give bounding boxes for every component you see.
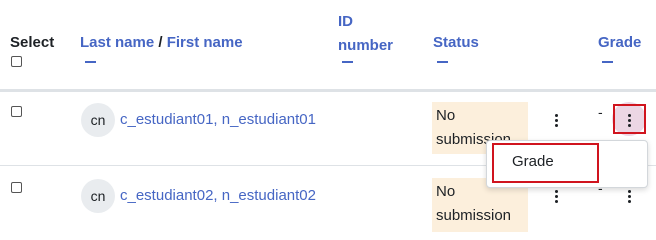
idnumber-label-line2: number xyxy=(338,37,394,54)
student-name-link[interactable]: c_estudiant02, n_estudiant02 xyxy=(120,187,316,204)
sort-lastname-link[interactable]: Last name xyxy=(80,34,154,51)
grade-column-header[interactable]: Grade xyxy=(598,34,641,51)
lastname-collapse-icon[interactable] xyxy=(85,61,96,63)
highlight-box xyxy=(492,143,599,183)
avatar: cn xyxy=(81,179,115,213)
grade-value: - xyxy=(598,104,603,120)
idnumber-column-header[interactable]: ID number xyxy=(338,10,393,58)
highlight-box xyxy=(613,104,646,134)
row-select-checkbox[interactable] xyxy=(11,106,22,117)
vertical-ellipsis-icon[interactable] xyxy=(628,190,632,205)
avatar: cn xyxy=(81,103,115,137)
status-line1: No xyxy=(436,107,456,124)
status-column-header[interactable]: Status xyxy=(433,34,479,51)
status-collapse-icon[interactable] xyxy=(437,61,448,63)
sort-firstname-link[interactable]: First name xyxy=(167,34,243,51)
status-line2: submission xyxy=(436,207,512,224)
vertical-ellipsis-icon[interactable] xyxy=(555,190,559,205)
select-column-header: Select xyxy=(10,34,55,51)
idnumber-label-line1: ID xyxy=(338,13,353,30)
idnumber-collapse-icon[interactable] xyxy=(342,61,353,63)
select-all-checkbox[interactable] xyxy=(11,56,22,67)
header-divider xyxy=(0,89,656,92)
vertical-ellipsis-icon[interactable] xyxy=(555,114,559,129)
student-name-link[interactable]: c_estudiant01, n_estudiant01 xyxy=(120,111,316,128)
name-separator: / xyxy=(154,34,167,51)
grade-collapse-icon[interactable] xyxy=(602,61,613,63)
row-select-checkbox[interactable] xyxy=(11,182,22,193)
name-column-header: Last name / First name xyxy=(80,34,243,51)
